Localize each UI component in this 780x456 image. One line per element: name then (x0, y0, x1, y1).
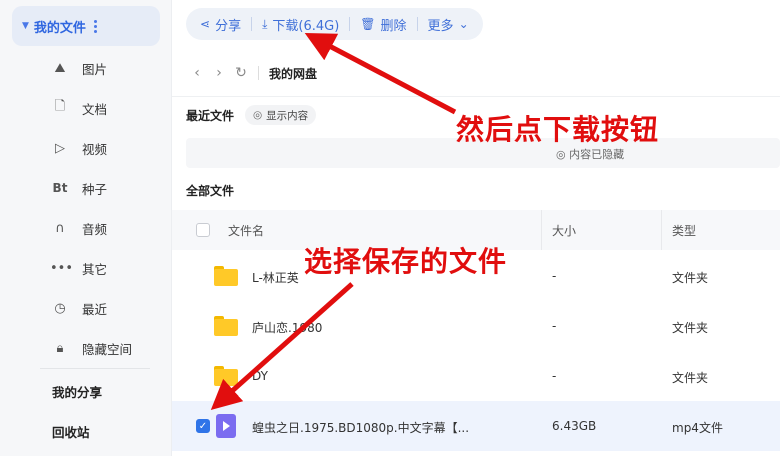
arrow-to-file (210, 282, 354, 410)
annotation-arrows (210, 33, 457, 410)
annotation-select-file: 选择保存的文件 (304, 245, 508, 278)
arrow-to-download (304, 33, 457, 115)
annotation-click-download: 然后点下载按钮 (456, 113, 660, 146)
